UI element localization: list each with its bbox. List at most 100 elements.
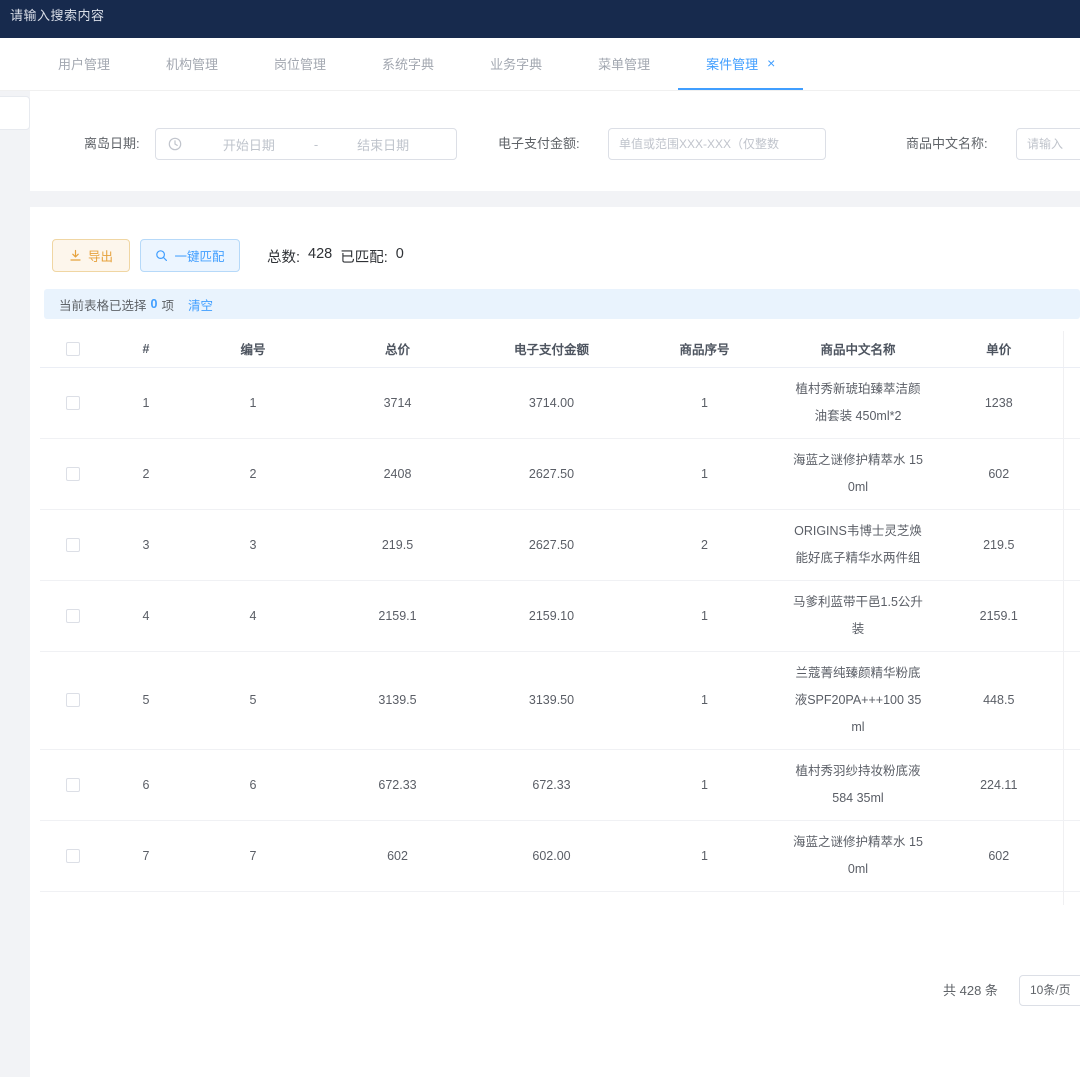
col-total-price: 总价 [320,331,475,367]
cell-seq: 1 [628,580,781,651]
cell-seq: 1 [628,438,781,509]
cell-paid: 2627.50 [475,438,628,509]
row-checkbox[interactable] [66,609,80,623]
topbar: 请输入搜索内容 [0,0,1080,38]
row-checkbox[interactable] [66,693,80,707]
selection-bar: 当前表格已选择 0 项 清空 [44,289,1080,319]
clock-icon [168,137,182,151]
tab-0[interactable]: 用户管理 [30,38,138,90]
row-checkbox[interactable] [66,467,80,481]
cell-idx: 4 [106,580,186,651]
cell-code: 1 [186,367,320,438]
product-name-input[interactable] [1016,128,1080,160]
cell-sliver [1063,367,1080,438]
cell-total: 3714 [320,367,475,438]
export-button[interactable]: 导出 [52,239,130,272]
tab-4[interactable]: 业务字典 [462,38,570,90]
cell-name: 兰蔻菁纯臻颜精华粉底液SPF20PA+++100 35ml [781,651,935,749]
cell-unit: 466.16 [935,891,1063,905]
cell-name: 马爹利蓝带干邑1.5公升装 [781,580,935,651]
count-summary: 总数: 428 已匹配: 0 [267,246,404,267]
date-end-placeholder[interactable]: 结束日期 [322,135,444,154]
col-code: 编号 [186,331,320,367]
cell-sliver [1063,580,1080,651]
match-button-label: 一键匹配 [174,246,224,265]
date-filter-label: 离岛日期: [84,128,140,160]
tab-5[interactable]: 菜单管理 [570,38,678,90]
amount-input[interactable] [608,128,826,160]
cell-name: ORIGINS韦博士灵芝焕能好底子精华水两件组 [781,509,935,580]
cell-checkbox [40,367,106,438]
cell-paid: 2159.10 [475,580,628,651]
collapsed-panel-corner[interactable] [0,96,30,130]
clear-selection-link[interactable]: 清空 [188,295,213,314]
total-value: 428 [308,246,332,267]
product-name-filter-label: 商品中文名称: [906,128,988,160]
cell-sliver [1063,651,1080,749]
row-checkbox[interactable] [66,778,80,792]
search-icon [155,249,168,262]
page-size-select[interactable]: 10条/页 [1019,975,1080,1006]
cell-name: 海蓝之谜修护精萃水 150ml [781,820,935,891]
cell-sliver [1063,509,1080,580]
cell-paid: 602.00 [475,820,628,891]
tab-1[interactable]: 机构管理 [138,38,246,90]
cell-seq: 1 [628,367,781,438]
col-unit-price: 单价 [935,331,1063,367]
cell-sliver [1063,438,1080,509]
tab-label: 业务字典 [490,54,542,73]
cell-checkbox [40,438,106,509]
col-epay-amount: 电子支付金额 [475,331,628,367]
cell-idx: 2 [106,438,186,509]
cell-paid: 2627.50 [475,509,628,580]
cell-unit: 602 [935,820,1063,891]
tab-2[interactable]: 岗位管理 [246,38,354,90]
cell-seq: 2 [628,509,781,580]
selection-prefix: 当前表格已选择 [59,295,147,314]
select-all-checkbox[interactable] [66,342,80,356]
table-body: 1137143714.001植村秀新琥珀臻萃洁颜油套装 450ml*212382… [40,367,1080,905]
one-click-match-button[interactable]: 一键匹配 [140,239,240,272]
row-checkbox[interactable] [66,396,80,410]
total-label: 总数: [267,246,300,267]
cell-paid: 3139.50 [475,651,628,749]
col-index: # [106,331,186,367]
amount-filter-label: 电子支付金额: [498,128,580,160]
col-product-name: 商品中文名称 [781,331,935,367]
tab-label: 用户管理 [58,54,110,73]
cell-unit: 1238 [935,367,1063,438]
col-sliver [1063,331,1080,367]
tab-3[interactable]: 系统字典 [354,38,462,90]
row-checkbox[interactable] [66,538,80,552]
cell-total: 219.5 [320,509,475,580]
tab-label: 机构管理 [166,54,218,73]
data-table: # 编号 总价 电子支付金额 商品序号 商品中文名称 单价 1137143714… [40,331,1080,905]
cell-total: 2408 [320,438,475,509]
search-input[interactable]: 请输入搜索内容 [10,5,105,24]
table-row: 66672.33672.331植村秀羽纱持妆粉底液 584 35ml224.11 [40,749,1080,820]
cell-seq: 1 [628,651,781,749]
row-checkbox[interactable] [66,849,80,863]
cell-code: 8 [186,891,320,905]
cell-code: 2 [186,438,320,509]
date-range-picker[interactable]: 开始日期 - 结束日期 [155,128,457,160]
table-row: 553139.53139.501兰蔻菁纯臻颜精华粉底液SPF20PA+++100… [40,651,1080,749]
cell-code: 7 [186,820,320,891]
cell-total: 2159.1 [320,580,475,651]
date-start-placeholder[interactable]: 开始日期 [188,135,310,154]
tab-6[interactable]: 案件管理× [678,38,803,90]
cell-total: 672.33 [320,749,475,820]
cell-unit: 448.5 [935,651,1063,749]
matched-value: 0 [396,246,404,267]
cell-checkbox [40,509,106,580]
cell-idx: 8 [106,891,186,905]
cell-name: 植村秀新琥珀臻萃洁颜油套装 450ml*2 [781,367,935,438]
page-size-value: 10条/页 [1030,983,1071,997]
matched-label: 已匹配: [340,246,388,267]
tab-close-icon[interactable]: × [767,56,775,70]
table-row: 77602602.001海蓝之谜修护精萃水 150ml602 [40,820,1080,891]
cell-name: 海蓝之谜修护精萃水 150ml [781,438,935,509]
cell-checkbox [40,891,106,905]
cell-seq: 1 [628,820,781,891]
table-row: 881398.471398.471卡诗菁纯亮泽经典香氛466.16 [40,891,1080,905]
